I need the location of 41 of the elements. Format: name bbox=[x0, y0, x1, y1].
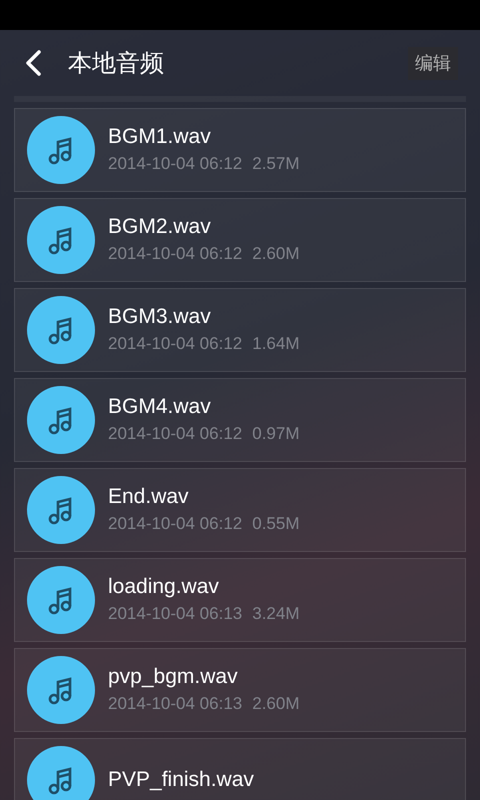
music-note-icon bbox=[27, 116, 95, 184]
file-size: 1.64M bbox=[252, 333, 300, 355]
music-note-icon bbox=[27, 656, 95, 724]
file-size: 3.24M bbox=[252, 603, 300, 625]
file-size: 2.60M bbox=[252, 243, 300, 265]
music-note-icon bbox=[27, 206, 95, 274]
file-name: BGM3.wav bbox=[108, 304, 212, 330]
music-note-icon bbox=[27, 476, 95, 544]
file-row[interactable]: End.wav 2014-10-04 06:12 0.55M bbox=[14, 468, 466, 552]
music-note-icon bbox=[27, 296, 95, 364]
music-note-icon bbox=[27, 746, 95, 800]
file-date: 2014-10-04 06:12 bbox=[108, 243, 242, 265]
file-date: 2014-10-04 06:12 bbox=[108, 423, 242, 445]
file-date: 2014-10-04 06:12 bbox=[108, 333, 242, 355]
file-size: 2.57M bbox=[252, 153, 300, 175]
file-name: pvp_bgm.wav bbox=[108, 664, 239, 690]
file-date: 2014-10-04 06:12 bbox=[108, 513, 242, 535]
file-name: loading.wav bbox=[108, 574, 220, 600]
file-size: 0.97M bbox=[252, 423, 300, 445]
file-row[interactable]: BGM1.wav 2014-10-04 06:12 2.57M bbox=[14, 108, 466, 192]
file-name: BGM4.wav bbox=[108, 394, 212, 420]
file-name: BGM2.wav bbox=[108, 214, 212, 240]
file-name: End.wav bbox=[108, 484, 190, 510]
file-row[interactable]: loading.wav 2014-10-04 06:13 3.24M bbox=[14, 558, 466, 642]
back-icon bbox=[24, 50, 42, 76]
file-row[interactable]: BGM4.wav 2014-10-04 06:12 0.97M bbox=[14, 378, 466, 462]
file-row[interactable]: pvp_bgm.wav 2014-10-04 06:13 2.60M bbox=[14, 648, 466, 732]
file-size: 2.60M bbox=[252, 693, 300, 715]
file-date: 2014-10-04 06:13 bbox=[108, 693, 242, 715]
edit-button[interactable]: 编辑 bbox=[408, 46, 458, 80]
music-note-icon bbox=[27, 566, 95, 634]
page-title: 本地音频 bbox=[68, 48, 164, 79]
file-size: 0.55M bbox=[252, 513, 300, 535]
file-name: BGM1.wav bbox=[108, 124, 212, 150]
file-date: 2014-10-04 06:13 bbox=[108, 603, 242, 625]
file-row[interactable]: BGM2.wav 2014-10-04 06:12 2.60M bbox=[14, 198, 466, 282]
file-row[interactable]: PVP_finish.wav bbox=[14, 738, 466, 800]
file-name: PVP_finish.wav bbox=[108, 767, 254, 793]
file-row[interactable]: BGM3.wav 2014-10-04 06:12 1.64M bbox=[14, 288, 466, 372]
music-note-icon bbox=[27, 386, 95, 454]
file-date: 2014-10-04 06:12 bbox=[108, 153, 242, 175]
